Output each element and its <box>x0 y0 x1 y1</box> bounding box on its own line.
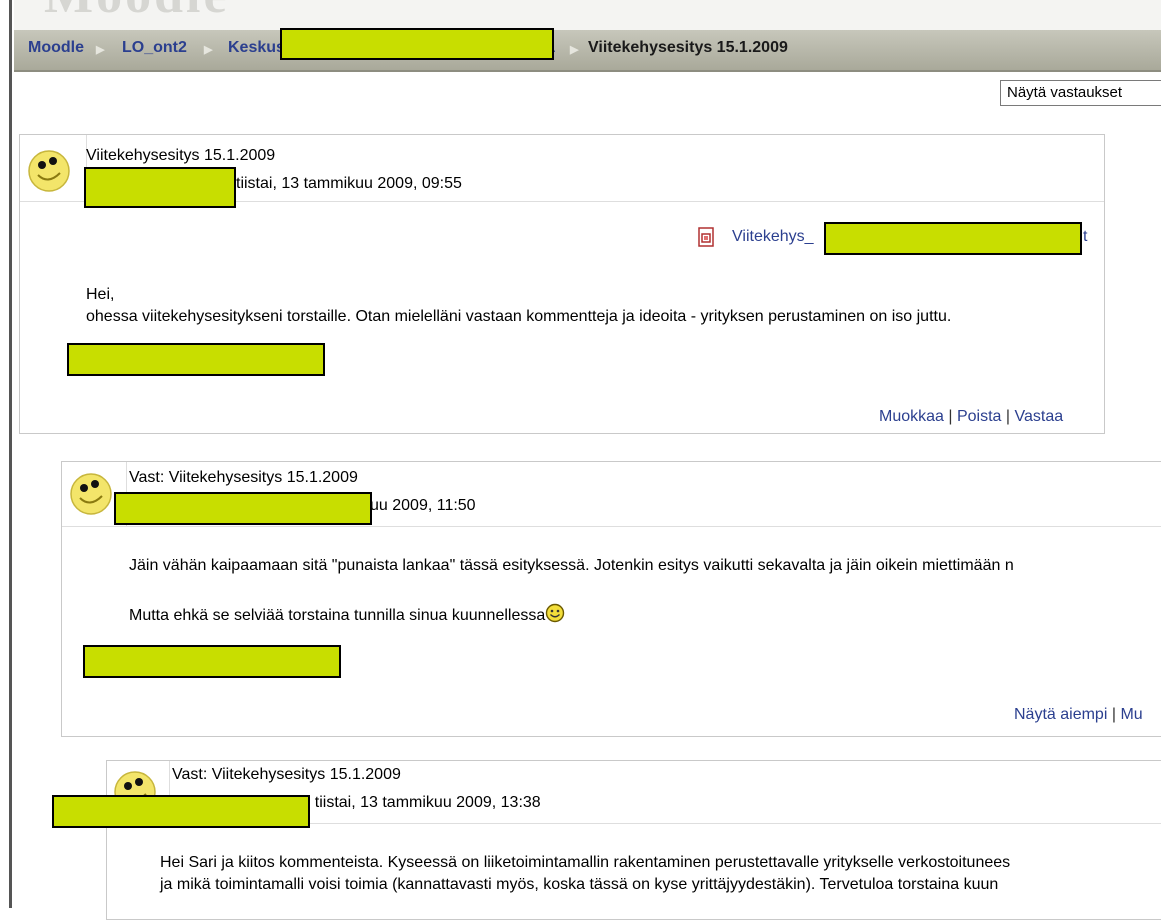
show-parent-link[interactable]: Näytä aiempi <box>1014 706 1107 723</box>
breadcrumb-separator-icon: ▶ <box>204 44 213 56</box>
redaction <box>67 343 325 376</box>
site-header: Moodle <box>14 0 1161 30</box>
redaction <box>280 28 554 60</box>
breadcrumb-current: Viitekehysesitys 15.1.2009 <box>588 39 788 56</box>
breadcrumb-separator-icon: ▶ <box>96 44 105 56</box>
post-subject: Vast: Viitekehysesitys 15.1.2009 <box>129 469 358 486</box>
redaction <box>52 795 310 828</box>
user-avatar-icon[interactable] <box>68 470 114 516</box>
post-body-line: Mutta ehkä se selviää torstaina tunnilla… <box>129 603 565 627</box>
edit-link[interactable]: Mu <box>1120 706 1142 723</box>
breadcrumb-course[interactable]: LO_ont2 <box>122 39 187 57</box>
attachment-link[interactable]: Viitekehys_ <box>732 228 814 246</box>
attachment-link-tail[interactable]: t <box>1083 228 1087 246</box>
redaction <box>83 645 341 678</box>
breadcrumb-moodle[interactable]: Moodle <box>28 39 84 57</box>
post-commands: Näytä aiempi | Mu <box>1014 706 1143 723</box>
breadcrumb: Moodle ▶ LO_ont2 ▶ Keskust a ▶ Viitekehy… <box>14 30 1161 72</box>
reply-link[interactable]: Vastaa <box>1015 408 1064 425</box>
post-subject: Vast: Viitekehysesitys 15.1.2009 <box>172 766 401 783</box>
delete-link[interactable]: Poista <box>957 408 1001 425</box>
display-mode-select[interactable]: Näytä vastaukset <box>1000 80 1161 106</box>
post-subject: Viitekehysesitys 15.1.2009 <box>86 147 276 164</box>
smiley-icon <box>546 603 565 623</box>
edit-link[interactable]: Muokkaa <box>879 408 944 425</box>
breadcrumb-separator-icon: ▶ <box>570 44 579 56</box>
attachment-file-icon[interactable] <box>696 226 716 248</box>
post-body-line: Hei, <box>86 286 115 303</box>
post-byline: - tiistai, 13 tammikuu 2009, 13:38 <box>305 794 541 811</box>
post-byline: uu 2009, 11:50 <box>370 497 476 514</box>
post-body-line: ja mikä toimintamalli voisi toimia (kann… <box>160 876 999 893</box>
post-commands: Muokkaa | Poista | Vastaa <box>879 408 1064 425</box>
post-byline: tiistai, 13 tammikuu 2009, 09:55 <box>236 175 462 192</box>
site-logo: Moodle <box>44 0 230 25</box>
post-body-line: Hei Sari ja kiitos kommenteista. Kyseess… <box>160 854 1011 871</box>
forum-post <box>106 760 1161 920</box>
redaction <box>84 167 236 208</box>
post-body-line: ohessa viitekehysesitykseni torstaille. … <box>86 308 952 325</box>
window-border <box>9 0 12 908</box>
redaction <box>114 492 372 525</box>
user-avatar-icon[interactable] <box>26 147 72 193</box>
post-body-line: Jäin vähän kaipaamaan sitä "punaista lan… <box>129 557 1014 574</box>
redaction <box>824 222 1082 255</box>
